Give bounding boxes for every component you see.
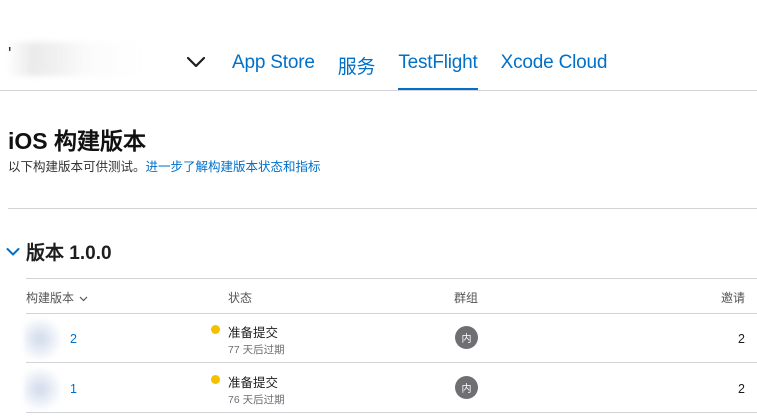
status-yellow-dot-icon xyxy=(211,375,220,384)
expiry-text: 76 天后过期 xyxy=(228,394,285,406)
page-subtitle: 以下构建版本可供测试。进一步了解构建版本状态和指标 xyxy=(8,156,321,175)
app-name[interactable]: ' xyxy=(8,44,11,65)
page-title: iOS 构建版本 xyxy=(8,128,147,154)
learn-more-link[interactable]: 进一步了解构建版本状态和指标 xyxy=(146,160,321,174)
column-build: 构建版本 xyxy=(26,291,75,305)
status-text: 准备提交 xyxy=(228,376,279,390)
subtitle-text: 以下构建版本可供测试。 xyxy=(8,160,146,174)
app-name-redacted xyxy=(6,42,142,76)
build-icon-redacted xyxy=(24,317,64,361)
status-yellow-dot-icon xyxy=(211,325,220,334)
version-title: 版本 1.0.0 xyxy=(26,243,112,264)
tab-app-store[interactable]: App Store xyxy=(232,52,315,88)
divider xyxy=(8,208,757,209)
build-number-link[interactable]: 2 xyxy=(70,332,77,346)
chevron-down-icon[interactable] xyxy=(184,52,208,72)
tab-testflight[interactable]: TestFlight xyxy=(398,52,478,90)
table-header: 构建版本 状态 群组 邀请 xyxy=(26,278,757,314)
group-badge[interactable]: 内 xyxy=(455,326,478,349)
group-badge[interactable]: 内 xyxy=(455,376,478,399)
invite-count: 2 xyxy=(738,332,745,346)
column-build-sort[interactable]: 构建版本 xyxy=(26,289,88,306)
main-nav: App Store 服务 TestFlight Xcode Cloud xyxy=(232,52,630,90)
column-invites: 邀请 xyxy=(720,291,745,305)
table-row[interactable]: 1 准备提交 76 天后过期 内 2 xyxy=(24,363,757,413)
status-text: 准备提交 xyxy=(228,326,279,340)
version-section-toggle[interactable]: 版本 1.0.0 xyxy=(6,238,112,265)
column-status: 状态 xyxy=(228,291,253,305)
column-groups: 群组 xyxy=(454,291,479,305)
build-number-link[interactable]: 1 xyxy=(70,382,77,396)
chevron-down-icon xyxy=(79,296,88,302)
top-navigation-bar: ' App Store 服务 TestFlight Xcode Cloud xyxy=(0,0,757,91)
tab-services[interactable]: 服务 xyxy=(338,52,376,88)
build-icon-redacted xyxy=(24,367,64,411)
invite-count: 2 xyxy=(738,382,745,396)
tab-xcode-cloud[interactable]: Xcode Cloud xyxy=(501,52,608,88)
expiry-text: 77 天后过期 xyxy=(228,344,285,356)
table-row[interactable]: 2 准备提交 77 天后过期 内 2 xyxy=(24,313,757,363)
chevron-down-icon[interactable] xyxy=(6,247,20,257)
